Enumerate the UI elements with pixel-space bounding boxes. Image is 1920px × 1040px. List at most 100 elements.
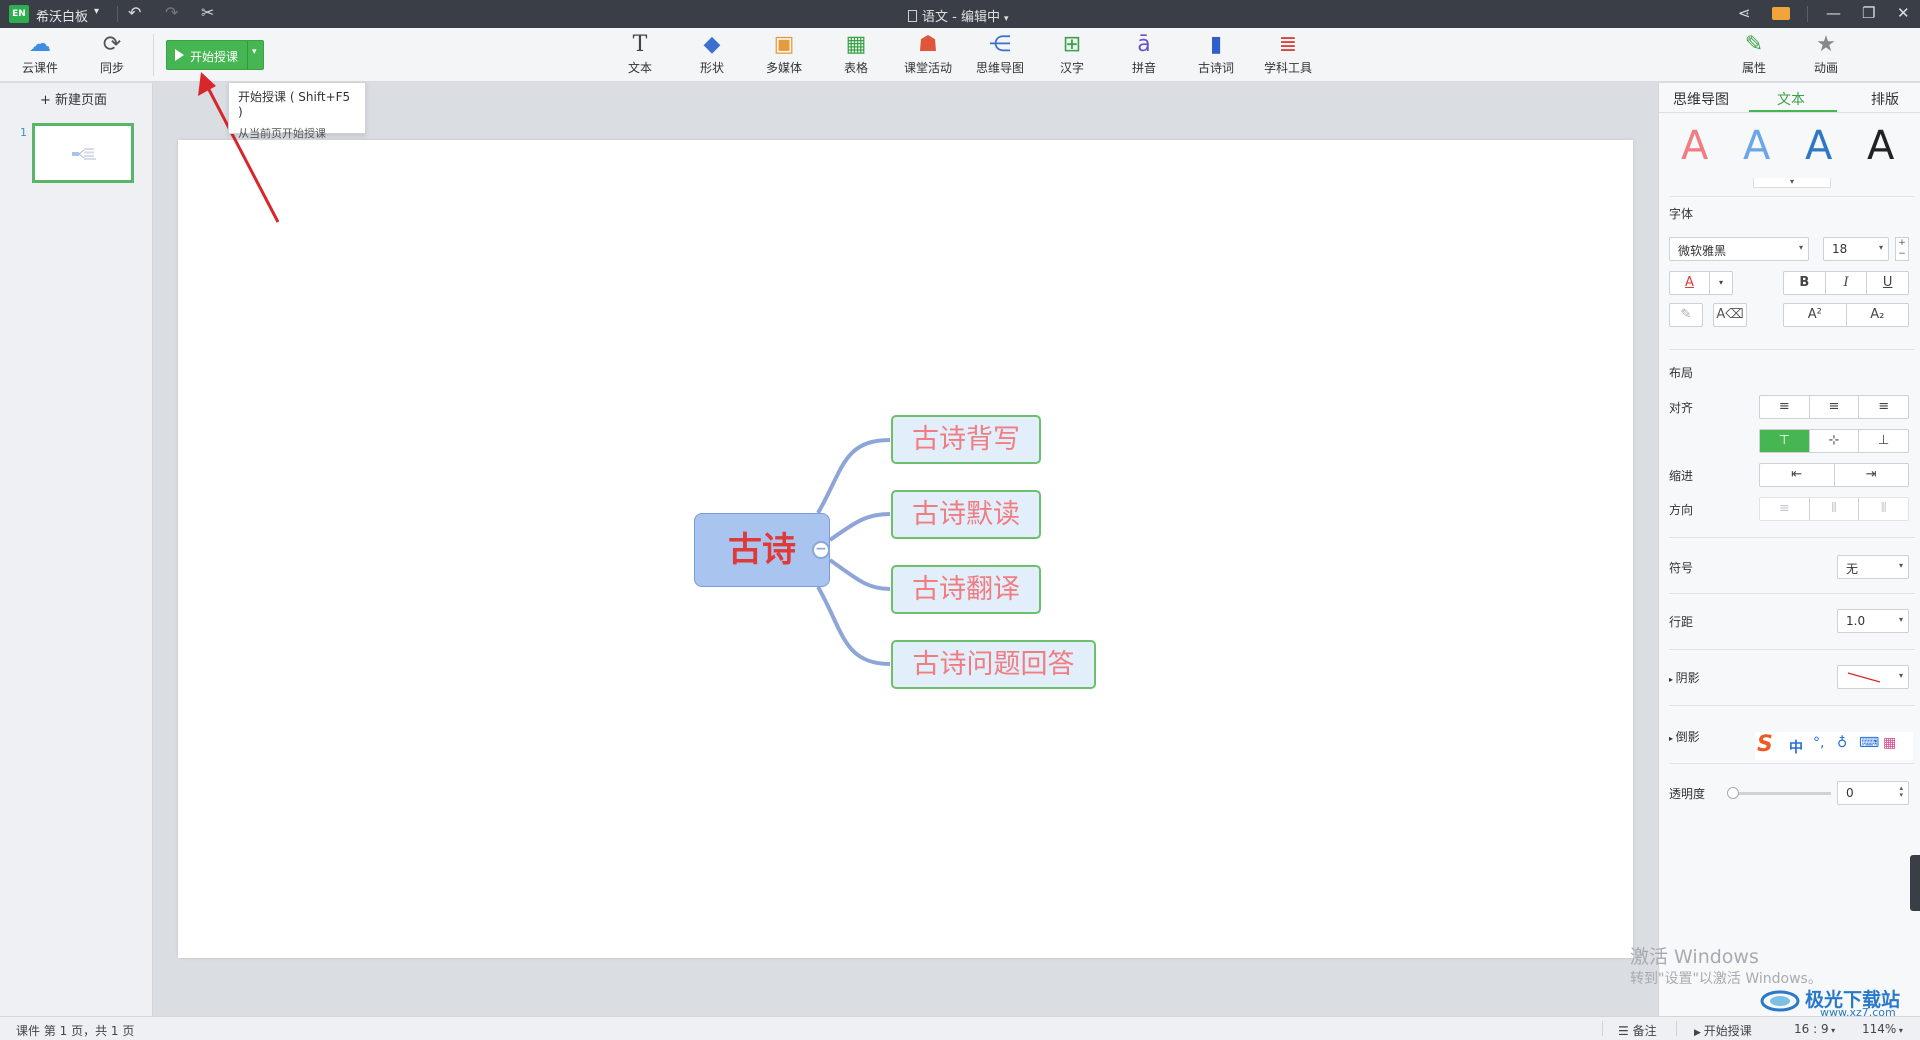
clear-format-button[interactable]: A⌫ bbox=[1713, 303, 1747, 327]
ime-mode[interactable]: 中 bbox=[1789, 737, 1803, 757]
tool-media[interactable]: ▣ 多媒体 bbox=[754, 32, 814, 76]
format-painter-button[interactable]: ✎ bbox=[1669, 303, 1703, 327]
properties-button[interactable]: ✎ 属性 bbox=[1724, 32, 1784, 76]
horizontal-text-icon[interactable]: ≡ bbox=[1760, 498, 1810, 520]
align-label: 对齐 bbox=[1669, 401, 1694, 415]
divider bbox=[1807, 6, 1808, 22]
start-teaching-status-button[interactable]: ▶ 开始授课 bbox=[1694, 1022, 1752, 1039]
underline-button[interactable]: U bbox=[1867, 272, 1908, 294]
tab-layout[interactable]: 排版 bbox=[1871, 89, 1899, 109]
vertical-text-icon[interactable]: ⦀ bbox=[1810, 498, 1860, 520]
line-spacing-select[interactable]: 1.0 ▾ bbox=[1837, 609, 1909, 633]
align-right-icon[interactable]: ≡ bbox=[1859, 396, 1908, 418]
site-watermark: 极光下载站 www.xz7.com bbox=[1760, 985, 1920, 1019]
reflection-toggle[interactable]: ▸ 倒影 bbox=[1669, 728, 1700, 745]
mindmap-branch-node[interactable]: 古诗背写 bbox=[891, 415, 1041, 464]
shadow-toggle[interactable]: ▸ 阴影 bbox=[1669, 669, 1700, 686]
font-size-stepper[interactable]: + − bbox=[1895, 237, 1909, 261]
page-thumbnail[interactable] bbox=[32, 123, 134, 183]
align-bottom-icon[interactable]: ⊥ bbox=[1859, 430, 1908, 452]
mindmap-branch-node[interactable]: 古诗翻译 bbox=[891, 565, 1041, 614]
tool-classroom-activity[interactable]: ☗ 课堂活动 bbox=[898, 32, 958, 76]
text-style-preset-pink[interactable]: A bbox=[1681, 123, 1708, 169]
sync-button[interactable]: ⟳ 同步 bbox=[82, 32, 142, 76]
tool-hanzi[interactable]: ⊞ 汉字 bbox=[1042, 32, 1102, 76]
side-drawer-handle[interactable] bbox=[1910, 855, 1920, 911]
superscript-button[interactable]: A² bbox=[1784, 304, 1847, 326]
microphone-icon[interactable]: ♁ bbox=[1837, 735, 1847, 751]
align-top-icon[interactable]: ⊤ bbox=[1760, 430, 1810, 452]
indent-decrease-icon[interactable]: ⇤ bbox=[1760, 464, 1835, 486]
tool-text[interactable]: T 文本 bbox=[610, 32, 670, 76]
more-styles-toggle-icon[interactable]: ▾ bbox=[1753, 178, 1831, 188]
opacity-slider-handle[interactable] bbox=[1727, 787, 1739, 799]
font-size-select[interactable]: 18 ▾ bbox=[1823, 237, 1889, 261]
indent-increase-icon[interactable]: ⇥ bbox=[1835, 464, 1909, 486]
none-slash-icon bbox=[1847, 672, 1881, 683]
mindmap-branch-node[interactable]: 古诗问题回答 bbox=[891, 640, 1096, 689]
bold-button[interactable]: B bbox=[1784, 272, 1826, 294]
keyboard-icon[interactable]: ⌨ bbox=[1859, 735, 1879, 751]
app-logo: EN bbox=[9, 5, 29, 23]
bullet-select[interactable]: 无 ▾ bbox=[1837, 555, 1909, 579]
text-style-preset-light-blue[interactable]: A bbox=[1743, 123, 1770, 169]
text-style-preset-blue[interactable]: A bbox=[1805, 123, 1832, 169]
align-left-icon[interactable]: ≡ bbox=[1760, 396, 1810, 418]
start-teaching-button[interactable]: 开始授课 ▾ bbox=[166, 40, 264, 70]
horizontal-align-group: ≡ ≡ ≡ bbox=[1759, 395, 1909, 419]
animation-button[interactable]: ★ 动画 bbox=[1796, 32, 1856, 76]
cloud-courseware-button[interactable]: ☁ 云课件 bbox=[10, 32, 70, 76]
undo-icon[interactable]: ↶ bbox=[128, 3, 141, 22]
font-color-picker[interactable]: A ▾ bbox=[1669, 271, 1733, 295]
stepper-icon: ▴ ▾ bbox=[1899, 784, 1903, 799]
subscript-button[interactable]: A₂ bbox=[1847, 304, 1909, 326]
scissors-icon[interactable]: ✂ bbox=[201, 3, 214, 22]
font-color-icon: A bbox=[1670, 272, 1710, 294]
tool-table[interactable]: ▦ 表格 bbox=[826, 32, 886, 76]
tool-pinyin[interactable]: ā 拼音 bbox=[1114, 32, 1174, 76]
mail-icon[interactable] bbox=[1772, 7, 1790, 20]
opacity-input[interactable]: 0 ▴ ▾ bbox=[1837, 781, 1909, 805]
mindmap-thumbnail-icon bbox=[72, 148, 96, 160]
aspect-ratio-select[interactable]: 16 : 9 ▾ bbox=[1794, 1022, 1835, 1036]
tool-shape[interactable]: ◆ 形状 bbox=[682, 32, 742, 76]
font-family-select[interactable]: 微软雅黑 ▾ bbox=[1669, 237, 1809, 261]
app-menu-dropdown-icon[interactable]: ▾ bbox=[94, 6, 99, 17]
tool-mindmap[interactable]: ⋲ 思维导图 bbox=[970, 32, 1030, 76]
document-title[interactable]: 语文 - 编辑中 ▾ bbox=[908, 6, 1009, 25]
tab-mindmap[interactable]: 思维导图 bbox=[1673, 89, 1729, 109]
redo-icon[interactable]: ↷ bbox=[165, 3, 178, 22]
collapse-toggle-icon[interactable]: − bbox=[812, 541, 830, 559]
table-icon: ▦ bbox=[845, 32, 867, 57]
animation-star-icon: ★ bbox=[1816, 32, 1836, 57]
shadow-select[interactable]: ▾ bbox=[1837, 665, 1909, 689]
app-name[interactable]: 希沃白板 bbox=[36, 6, 88, 25]
share-icon[interactable]: ⋖ bbox=[1738, 4, 1751, 22]
align-middle-icon[interactable]: ⊹ bbox=[1810, 430, 1860, 452]
tab-text[interactable]: 文本 bbox=[1777, 89, 1805, 109]
italic-button[interactable]: I bbox=[1826, 272, 1868, 294]
zoom-select[interactable]: 114% ▾ bbox=[1862, 1022, 1903, 1036]
mindmap-branch-node[interactable]: 古诗默读 bbox=[891, 490, 1041, 539]
notes-button[interactable]: ☰ 备注 bbox=[1618, 1022, 1657, 1039]
text-style-preset-black[interactable]: A bbox=[1867, 123, 1894, 169]
align-center-icon[interactable]: ≡ bbox=[1810, 396, 1860, 418]
play-icon bbox=[175, 49, 184, 61]
opacity-slider[interactable] bbox=[1729, 792, 1831, 795]
script-group: A² A₂ bbox=[1783, 303, 1909, 327]
new-page-button[interactable]: + 新建页面 bbox=[40, 89, 107, 108]
restore-icon[interactable]: ❐ bbox=[1862, 4, 1875, 22]
minimize-icon[interactable]: — bbox=[1826, 4, 1841, 22]
tool-poetry[interactable]: ▮ 古诗词 bbox=[1186, 32, 1246, 76]
chevron-down-icon: ▾ bbox=[1798, 243, 1803, 252]
close-icon[interactable]: ✕ bbox=[1897, 4, 1910, 22]
apps-grid-icon[interactable]: ▦ bbox=[1883, 735, 1896, 751]
punctuation-icon[interactable]: °, bbox=[1813, 735, 1824, 751]
slide-canvas[interactable]: 古诗 − 古诗背写 古诗默读 古诗翻译 古诗问题回答 bbox=[178, 140, 1633, 958]
tool-subject-tools[interactable]: ≣ 学科工具 bbox=[1258, 32, 1318, 76]
text-icon: T bbox=[632, 32, 648, 57]
mindmap-central-node[interactable]: 古诗 bbox=[694, 513, 830, 587]
poetry-icon: ▮ bbox=[1209, 32, 1223, 57]
start-dropdown-icon[interactable]: ▾ bbox=[252, 47, 257, 57]
vertical-rtl-text-icon[interactable]: ⦀ bbox=[1859, 498, 1908, 520]
